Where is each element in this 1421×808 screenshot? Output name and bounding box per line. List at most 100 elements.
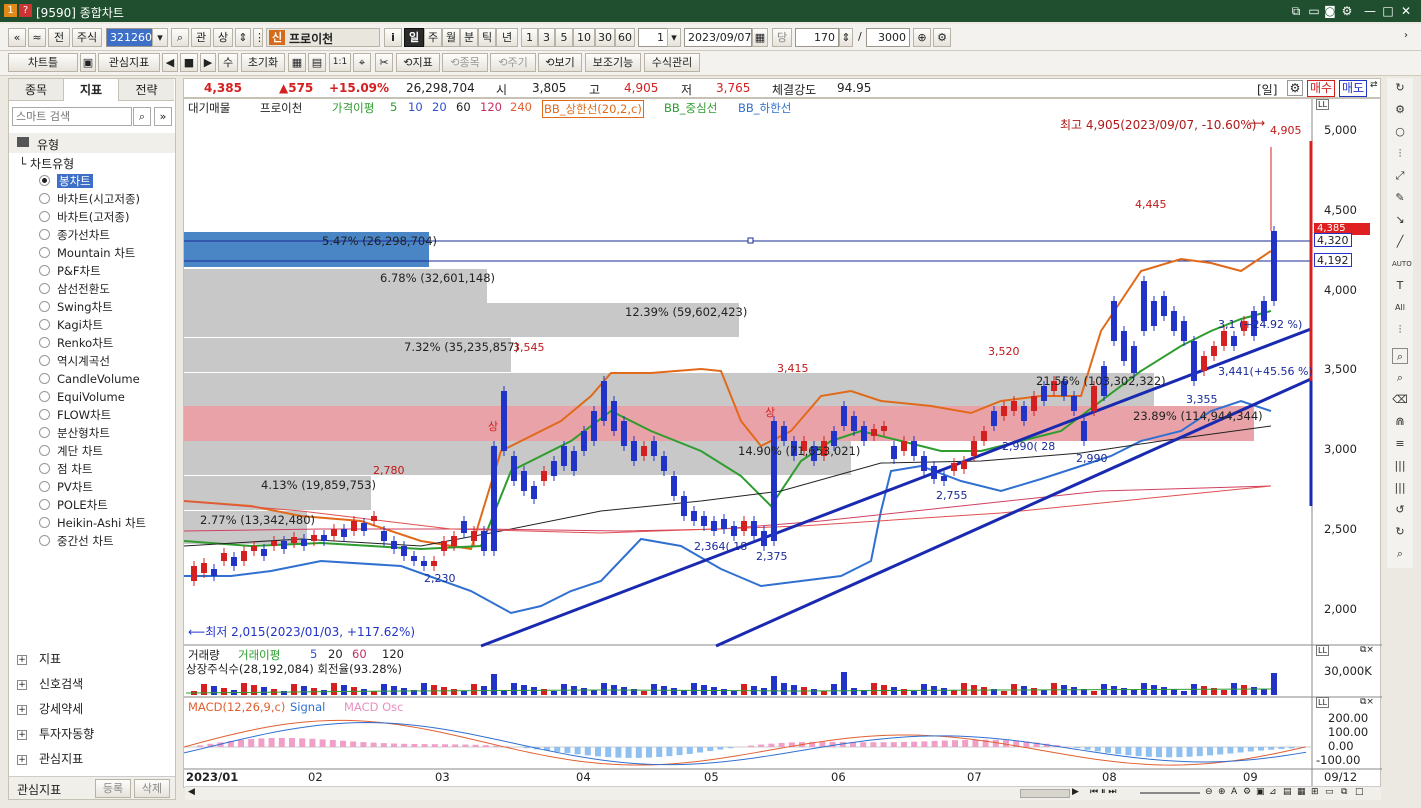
buy-button[interactable]: 매수 <box>1307 80 1335 97</box>
crosshair-icon[interactable]: ⌖ <box>353 53 371 72</box>
gear-icon[interactable]: ⚙ <box>1243 787 1251 797</box>
period-week-button[interactable]: 주 <box>424 28 442 47</box>
chart-type-item[interactable]: 바차트(고저종) <box>39 209 129 226</box>
legend-item[interactable]: 대기매물 <box>188 100 230 116</box>
window-icon[interactable]: ▭ <box>1306 3 1322 19</box>
legend-item[interactable]: BB_중심선 <box>664 100 717 116</box>
count-input[interactable]: 170 <box>795 28 839 47</box>
chart-type-item[interactable]: EquiVolume <box>39 389 125 406</box>
all-icon[interactable]: All <box>1392 300 1408 316</box>
camera-icon[interactable]: ◙ <box>1322 3 1338 19</box>
watch-button[interactable]: 관 <box>191 28 211 47</box>
interval-dropdown-icon[interactable]: ▾ <box>667 28 681 47</box>
maximize-icon[interactable]: □ <box>1355 787 1364 797</box>
magnet-icon[interactable]: ⋒ <box>1392 414 1408 430</box>
view-button[interactable]: ⟲보기 <box>538 53 582 72</box>
search-icon[interactable]: ⌕ <box>133 107 151 126</box>
chart-type-item[interactable]: FLOW차트 <box>39 407 111 424</box>
interval-5-button[interactable]: 5 <box>555 28 573 47</box>
drag-handle-icon[interactable]: ⋮ <box>253 28 265 47</box>
text-tool-icon[interactable]: T <box>1392 278 1408 294</box>
legend-item[interactable]: MACD(12,26,9,c) <box>188 700 285 714</box>
trendline-icon[interactable]: ↘ <box>1392 212 1408 228</box>
tool-icon[interactable]: ⫶ <box>1392 322 1408 338</box>
legend-item[interactable]: BB_상한선(20,2,c) <box>542 100 644 118</box>
swap-icon[interactable]: ⇄ <box>1370 80 1378 90</box>
grid-icon[interactable]: ▦ <box>288 53 306 72</box>
period-minute-button[interactable]: 분 <box>460 28 478 47</box>
chart-type-item[interactable]: P&F차트 <box>39 263 101 280</box>
section-signal-search[interactable]: + 신호검색 <box>17 675 83 693</box>
chart-settings-icon[interactable]: ⚙ <box>1287 80 1303 96</box>
section-strength[interactable]: + 강세약세 <box>17 700 83 718</box>
legend-item[interactable]: MACD Osc <box>344 700 404 714</box>
legend-item[interactable]: 120 <box>480 100 502 114</box>
section-investor[interactable]: + 투자자동향 <box>17 725 94 743</box>
spin-icon[interactable]: ⇕ <box>235 28 251 47</box>
tab-stocks[interactable]: 종목 <box>9 79 64 101</box>
legend-item[interactable]: 5 <box>310 647 317 661</box>
pen-icon[interactable]: ✎ <box>1392 190 1408 206</box>
grid-icon[interactable]: ▦ <box>1297 787 1306 797</box>
bars2-icon[interactable]: ||| <box>1392 480 1408 496</box>
chart-type-item[interactable]: 삼선전환도 <box>39 281 110 298</box>
interval-60-button[interactable]: 60 <box>615 28 635 47</box>
zoom-in-icon[interactable]: ⊕ <box>1218 787 1226 797</box>
playback-controls-icon[interactable]: ⏮ ⏸ ⏭ <box>1090 787 1116 797</box>
horizontal-scrollbar[interactable]: ◀ ▶ ⏮ ⏸ ⏭ ⊖ ⊕ A ⚙ ▣ ⊿ ▤ ▦ ⊞ ▭ ⧉ □ <box>185 786 1381 800</box>
close-panel-icon[interactable]: ▭ <box>1325 787 1334 797</box>
interval-input[interactable]: 1 <box>638 28 668 47</box>
calendar-icon[interactable]: ▦ <box>752 28 768 47</box>
scroll-right-icon[interactable]: ▶ <box>1072 787 1079 797</box>
search-icon[interactable]: ⌕ <box>171 28 189 47</box>
play-icon[interactable]: ▶ <box>200 53 216 72</box>
layout-icon[interactable]: ▤ <box>308 53 326 72</box>
legend-item[interactable]: 10 <box>408 100 423 114</box>
legend-item[interactable]: BB_하한선 <box>738 100 791 116</box>
date-input[interactable]: 2023/09/07 <box>684 28 752 47</box>
legend-item[interactable]: 60 <box>352 647 367 661</box>
interval-30-button[interactable]: 30 <box>595 28 615 47</box>
max-count-input[interactable]: 3000 <box>866 28 910 47</box>
prev-button[interactable]: 전 <box>48 28 70 47</box>
period-month-button[interactable]: 월 <box>442 28 460 47</box>
scroll-left-icon[interactable]: ◀ <box>188 787 195 797</box>
chart-area[interactable] <box>183 98 1382 789</box>
chart-type-item[interactable]: Renko차트 <box>39 335 113 352</box>
chart-tools-button[interactable]: 차트틀 <box>8 53 78 72</box>
sell-button[interactable]: 매도 <box>1339 80 1367 97</box>
panel-lock-icon[interactable]: LL <box>1316 645 1329 656</box>
chart-type-item[interactable]: POLE차트 <box>39 497 108 514</box>
chart-type-item[interactable]: 점 차트 <box>39 461 92 478</box>
period-tick-button[interactable]: 틱 <box>478 28 496 47</box>
zoom-out-icon[interactable]: ⊖ <box>1205 787 1213 797</box>
zoom-slider[interactable] <box>1140 792 1200 794</box>
expand-icon[interactable]: ⊞ <box>1311 787 1319 797</box>
save-icon[interactable]: ▣ <box>80 53 96 72</box>
chart-type-item[interactable]: PV차트 <box>39 479 93 496</box>
formula-button[interactable]: 수식관리 <box>644 53 700 72</box>
help-icon[interactable]: ? <box>19 4 32 17</box>
period-year-button[interactable]: 년 <box>496 28 518 47</box>
interval-3-button[interactable]: 3 <box>538 28 555 47</box>
gear-icon[interactable]: ⚙ <box>1339 3 1355 19</box>
watch-indicator-button[interactable]: 관심지표 <box>98 53 160 72</box>
legend-item[interactable]: 가격이평 <box>332 100 374 116</box>
play-back-icon[interactable]: ◀ <box>162 53 178 72</box>
chart-type-item[interactable]: Kagi차트 <box>39 317 103 334</box>
close-icon[interactable]: ✕ <box>1398 3 1414 19</box>
restore-icon[interactable]: ⧉ <box>1341 787 1347 797</box>
count-spinner-icon[interactable]: ⇕ <box>839 28 853 47</box>
expand-icon[interactable]: › <box>1404 30 1408 41</box>
legend-item[interactable]: 120 <box>382 647 404 661</box>
one-to-one-button[interactable]: 1:1 <box>329 53 351 72</box>
chart-type-item[interactable]: Swing차트 <box>39 299 113 316</box>
image-icon[interactable]: ▣ <box>1256 787 1265 797</box>
scroll-thumb[interactable] <box>1020 789 1070 798</box>
sangsang-button[interactable]: 상 <box>213 28 233 47</box>
chart-type-item[interactable]: 분산형차트 <box>39 425 110 442</box>
legend-item[interactable]: 20 <box>432 100 447 114</box>
maximize-icon[interactable]: □ <box>1380 3 1396 19</box>
delete-button[interactable]: 삭제 <box>134 779 170 798</box>
panel-close-icon[interactable]: ⧉× <box>1360 697 1374 707</box>
